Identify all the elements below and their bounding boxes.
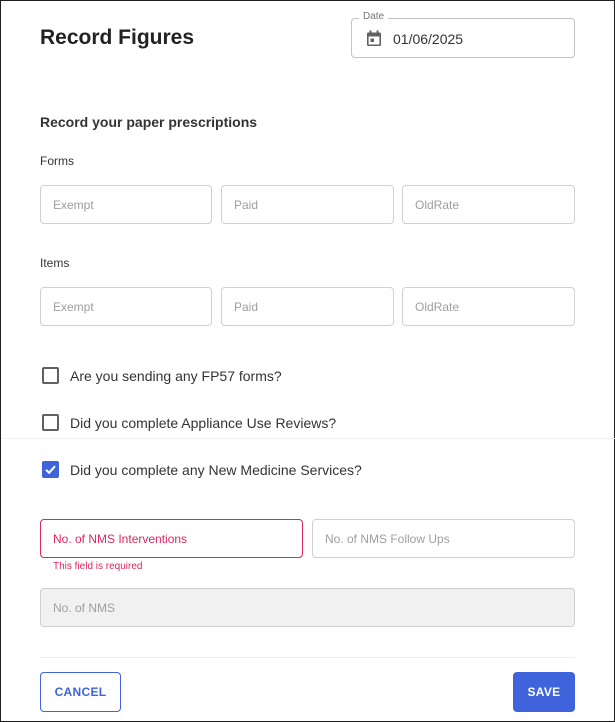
nms-total-input [40, 588, 575, 627]
fp57-checkbox-row[interactable]: Are you sending any FP57 forms? [42, 367, 282, 384]
date-field[interactable]: Date 01/06/2025 [351, 11, 575, 58]
nms-interventions-error: This field is required [53, 561, 143, 572]
date-label: Date [359, 11, 389, 22]
save-button[interactable]: SAVE [513, 672, 575, 712]
section-subtitle: Record your paper prescriptions [40, 114, 258, 130]
checkmark-icon [45, 465, 56, 475]
items-paid-input[interactable] [221, 287, 394, 326]
footer-divider [40, 657, 575, 658]
items-label: Items [40, 256, 70, 270]
record-figures-dialog: Record Figures Date 01/06/2025 Record yo… [0, 0, 615, 722]
forms-paid-input[interactable] [221, 185, 394, 224]
appliance-review-checkbox-label[interactable]: Did you complete Appliance Use Reviews? [70, 415, 336, 431]
divider [2, 438, 615, 439]
forms-oldrate-input[interactable] [402, 185, 575, 224]
fp57-checkbox-label[interactable]: Are you sending any FP57 forms? [70, 368, 282, 384]
appliance-review-checkbox[interactable] [42, 414, 59, 431]
appliance-review-checkbox-row[interactable]: Did you complete Appliance Use Reviews? [42, 414, 336, 431]
page-title: Record Figures [40, 26, 195, 49]
forms-label: Forms [40, 154, 74, 168]
nms-interventions-input[interactable] [40, 519, 303, 558]
items-exempt-input[interactable] [40, 287, 212, 326]
forms-exempt-input[interactable] [40, 185, 212, 224]
nms-checkbox-row[interactable]: Did you complete any New Medicine Servic… [42, 461, 362, 478]
fp57-checkbox[interactable] [42, 367, 59, 384]
cancel-button[interactable]: CANCEL [40, 672, 121, 712]
items-oldrate-input[interactable] [402, 287, 575, 326]
nms-followups-input[interactable] [312, 519, 575, 558]
calendar-icon[interactable] [366, 30, 382, 47]
date-value[interactable]: 01/06/2025 [393, 31, 463, 47]
nms-checkbox-label[interactable]: Did you complete any New Medicine Servic… [70, 462, 362, 478]
nms-checkbox[interactable] [42, 461, 59, 478]
